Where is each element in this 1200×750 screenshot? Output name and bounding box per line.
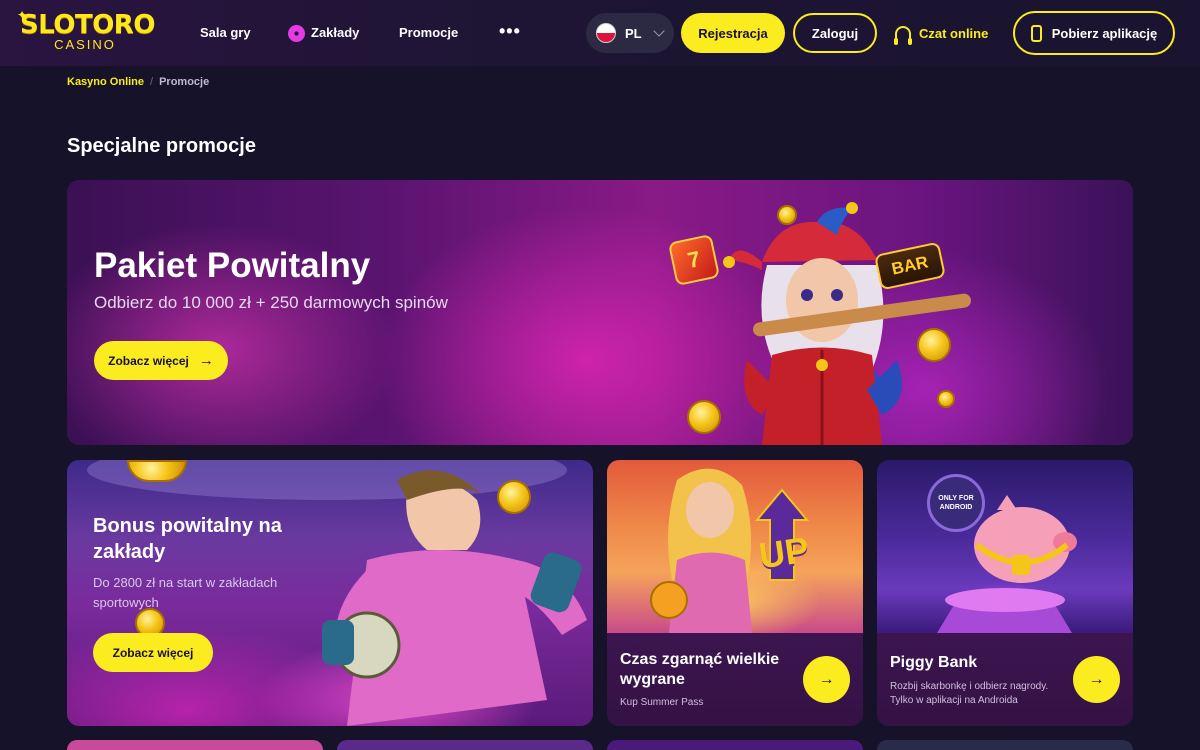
sports-bonus-card[interactable]: Bonus powitalny na zakłady Do 2800 zł na…	[67, 460, 593, 726]
summer-girl-icon	[650, 468, 810, 633]
piggy-bank-info: Piggy Bank Rozbij skarbonkę i odbierz na…	[877, 633, 1133, 726]
promo-card-next-2[interactable]	[337, 740, 593, 750]
language-selector[interactable]: PL	[586, 13, 674, 53]
sports-bonus-subtitle: Do 2800 zł na start w zakładach sportowy…	[93, 575, 278, 610]
summer-pass-title: Czas zgarnąć wielkie wygrane	[620, 651, 780, 688]
more-dots-icon: •••	[499, 21, 521, 41]
hero-see-more-button[interactable]: Zobacz więcej →	[94, 341, 228, 380]
chat-label: Czat online	[919, 25, 989, 41]
coin-icon	[687, 400, 721, 434]
piggy-bank-icon	[937, 495, 1077, 633]
download-app-label: Pobierz aplikację	[1051, 25, 1158, 41]
nav-sala-gry[interactable]: Sala gry	[200, 22, 251, 44]
breadcrumb-separator: /	[150, 76, 154, 88]
slotoro-logo[interactable]: ✦ SLOTORO CASINO	[17, 8, 160, 56]
nav-zaklady[interactable]: Zakłady	[288, 22, 359, 44]
arrow-right-icon: →	[198, 352, 214, 369]
page-title: Specjalne promocje	[67, 135, 256, 157]
phone-icon	[1030, 24, 1042, 42]
coin-icon	[777, 205, 797, 225]
summer-pass-info: Czas zgarnąć wielkie wygrane Kup Summer …	[607, 633, 863, 726]
summer-pass-subtitle: Kup Summer Pass	[620, 697, 704, 708]
arrow-right-icon: →	[1088, 670, 1105, 688]
coin-icon	[497, 480, 531, 514]
piggy-bank-arrow-button[interactable]: →	[1073, 656, 1120, 703]
login-button[interactable]: Zaloguj	[793, 13, 877, 53]
android-only-badge: ONLY FOR ANDROID	[927, 474, 985, 532]
hero-see-more-label: Zobacz więcej	[108, 353, 189, 368]
nav-promocje-label: Promocje	[399, 25, 459, 40]
language-code: PL	[625, 25, 642, 41]
logo-sparkle-icon: ✦	[17, 8, 28, 22]
promo-card-next-4[interactable]	[877, 740, 1133, 750]
download-app-button[interactable]: Pobierz aplikację	[1013, 11, 1175, 55]
coin-icon	[937, 390, 955, 408]
dice-icon: 7	[667, 233, 721, 287]
summer-pass-arrow-button[interactable]: →	[803, 656, 850, 703]
piggy-bank-subtitle: Rozbij skarbonkę i odbierz nagrody. Tylk…	[890, 681, 1049, 706]
online-chat-link[interactable]: Czat online	[894, 22, 989, 45]
summer-illustration: UP	[607, 460, 863, 633]
hero-title: Pakiet Powitalny	[94, 246, 371, 285]
nav-zaklady-label: Zakłady	[311, 25, 360, 40]
register-button[interactable]: Rejestracja	[681, 13, 785, 53]
sports-bonus-title: Bonus powitalny na zakłady	[93, 515, 282, 563]
arrow-right-icon: →	[818, 670, 835, 688]
breadcrumb: Kasyno Online / Promocje	[67, 76, 209, 88]
piggy-illustration: ONLY FOR ANDROID	[877, 460, 1133, 633]
headset-icon	[894, 25, 912, 45]
promo-card-next-3[interactable]	[607, 740, 863, 750]
logo-text: SLOTORO	[20, 10, 155, 40]
logo-subtext: CASINO	[54, 37, 116, 52]
jester-illustration: 7 BAR	[667, 200, 997, 445]
chevron-down-icon	[652, 25, 665, 37]
top-header: ✦ SLOTORO CASINO Sala gry Zakłady Promoc…	[0, 0, 1200, 66]
coin-icon	[917, 328, 951, 362]
sports-see-more-button[interactable]: Zobacz więcej	[93, 633, 213, 672]
welcome-package-banner[interactable]: Pakiet Powitalny Odbierz do 10 000 zł + …	[67, 180, 1133, 445]
poland-flag-icon	[596, 23, 616, 43]
nav-promocje[interactable]: Promocje	[399, 22, 458, 44]
piggy-bank-title: Piggy Bank	[890, 654, 978, 671]
hero-subtitle: Odbierz do 10 000 zł + 250 darmowych spi…	[94, 293, 448, 312]
breadcrumb-home-link[interactable]: Kasyno Online	[67, 76, 144, 88]
soccer-ball-icon	[288, 24, 305, 42]
breadcrumb-current: Promocje	[159, 76, 210, 88]
piggy-bank-card[interactable]: ONLY FOR ANDROID Piggy Bank Rozbij skarb…	[877, 460, 1133, 726]
more-menu-button[interactable]: •••	[499, 20, 521, 42]
promo-card-next-1[interactable]	[67, 740, 323, 750]
summer-pass-card[interactable]: UP Czas zgarnąć wielkie wygrane Kup Summ…	[607, 460, 863, 726]
up-symbol: UP	[756, 528, 812, 577]
nav-sala-gry-label: Sala gry	[200, 25, 251, 40]
